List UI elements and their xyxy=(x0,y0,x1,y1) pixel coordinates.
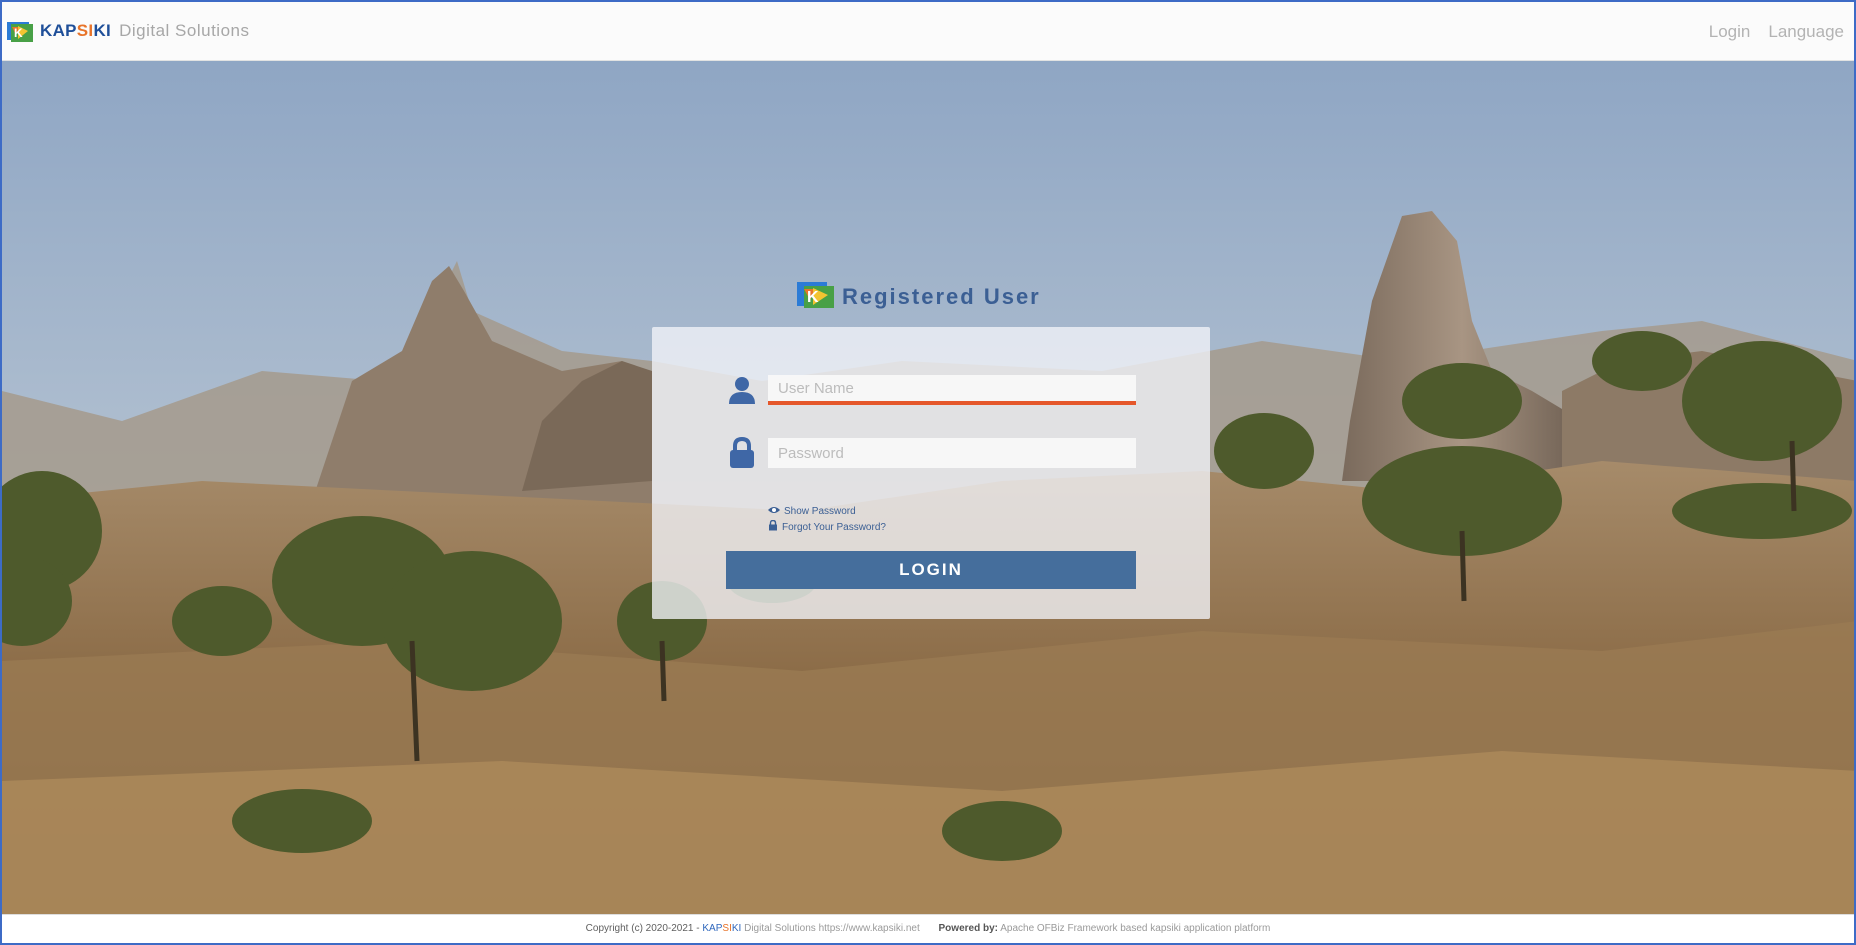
login-heading: K Registered User xyxy=(796,280,1041,314)
footer-powered-label: Powered by: xyxy=(938,923,998,934)
show-password-label: Show Password xyxy=(784,505,856,517)
footer-company-link[interactable]: Digital Solutions https://www.kapsiki.ne… xyxy=(741,923,920,934)
password-row xyxy=(724,436,1136,470)
lock-icon xyxy=(768,519,778,534)
brand-name: KAPSIKI xyxy=(40,21,112,40)
footer-copyright: Copyright (c) 2020-2021 - xyxy=(585,923,703,934)
nav-language-link[interactable]: Language xyxy=(1768,22,1844,42)
top-nav: Login Language xyxy=(1709,22,1844,42)
username-input[interactable] xyxy=(768,375,1136,405)
nav-login-link[interactable]: Login xyxy=(1709,22,1751,42)
lock-icon xyxy=(724,436,760,470)
footer-powered-text: Apache OFBiz Framework based kapsiki app… xyxy=(997,923,1271,934)
kapsiki-logo-icon: K xyxy=(796,280,836,315)
login-button[interactable]: LOGIN xyxy=(726,551,1136,589)
password-input[interactable] xyxy=(768,438,1136,468)
user-icon xyxy=(724,373,760,407)
username-row xyxy=(724,373,1136,407)
forgot-password-link[interactable]: Forgot Your Password? xyxy=(768,519,886,535)
login-title: Registered User xyxy=(842,284,1041,309)
top-navbar: K KAPSIKI Digital Solutions Login Langua… xyxy=(2,2,1854,61)
footer-brand-kap: KAP xyxy=(702,923,723,934)
browser-page: K KAPSIKI Digital Solutions Login Langua… xyxy=(0,0,1856,945)
forgot-password-label: Forgot Your Password? xyxy=(782,521,886,533)
brand[interactable]: K KAPSIKI Digital Solutions xyxy=(6,17,249,45)
footer-brand-si: SI xyxy=(722,923,732,934)
svg-text:K: K xyxy=(807,289,819,306)
eye-icon xyxy=(768,505,780,518)
footer-brand-ki: KI xyxy=(731,923,742,934)
footer: Copyright (c) 2020-2021 - KAPSIKI Digita… xyxy=(2,914,1854,943)
brand-subtitle: Digital Solutions xyxy=(119,21,250,40)
svg-text:K: K xyxy=(14,26,23,40)
kapsiki-logo-icon: K xyxy=(6,19,34,43)
login-links: Show Password Forgot Your Password? xyxy=(768,503,886,535)
login-panel: Show Password Forgot Your Password? LOGI… xyxy=(652,327,1210,619)
show-password-link[interactable]: Show Password xyxy=(768,503,886,519)
